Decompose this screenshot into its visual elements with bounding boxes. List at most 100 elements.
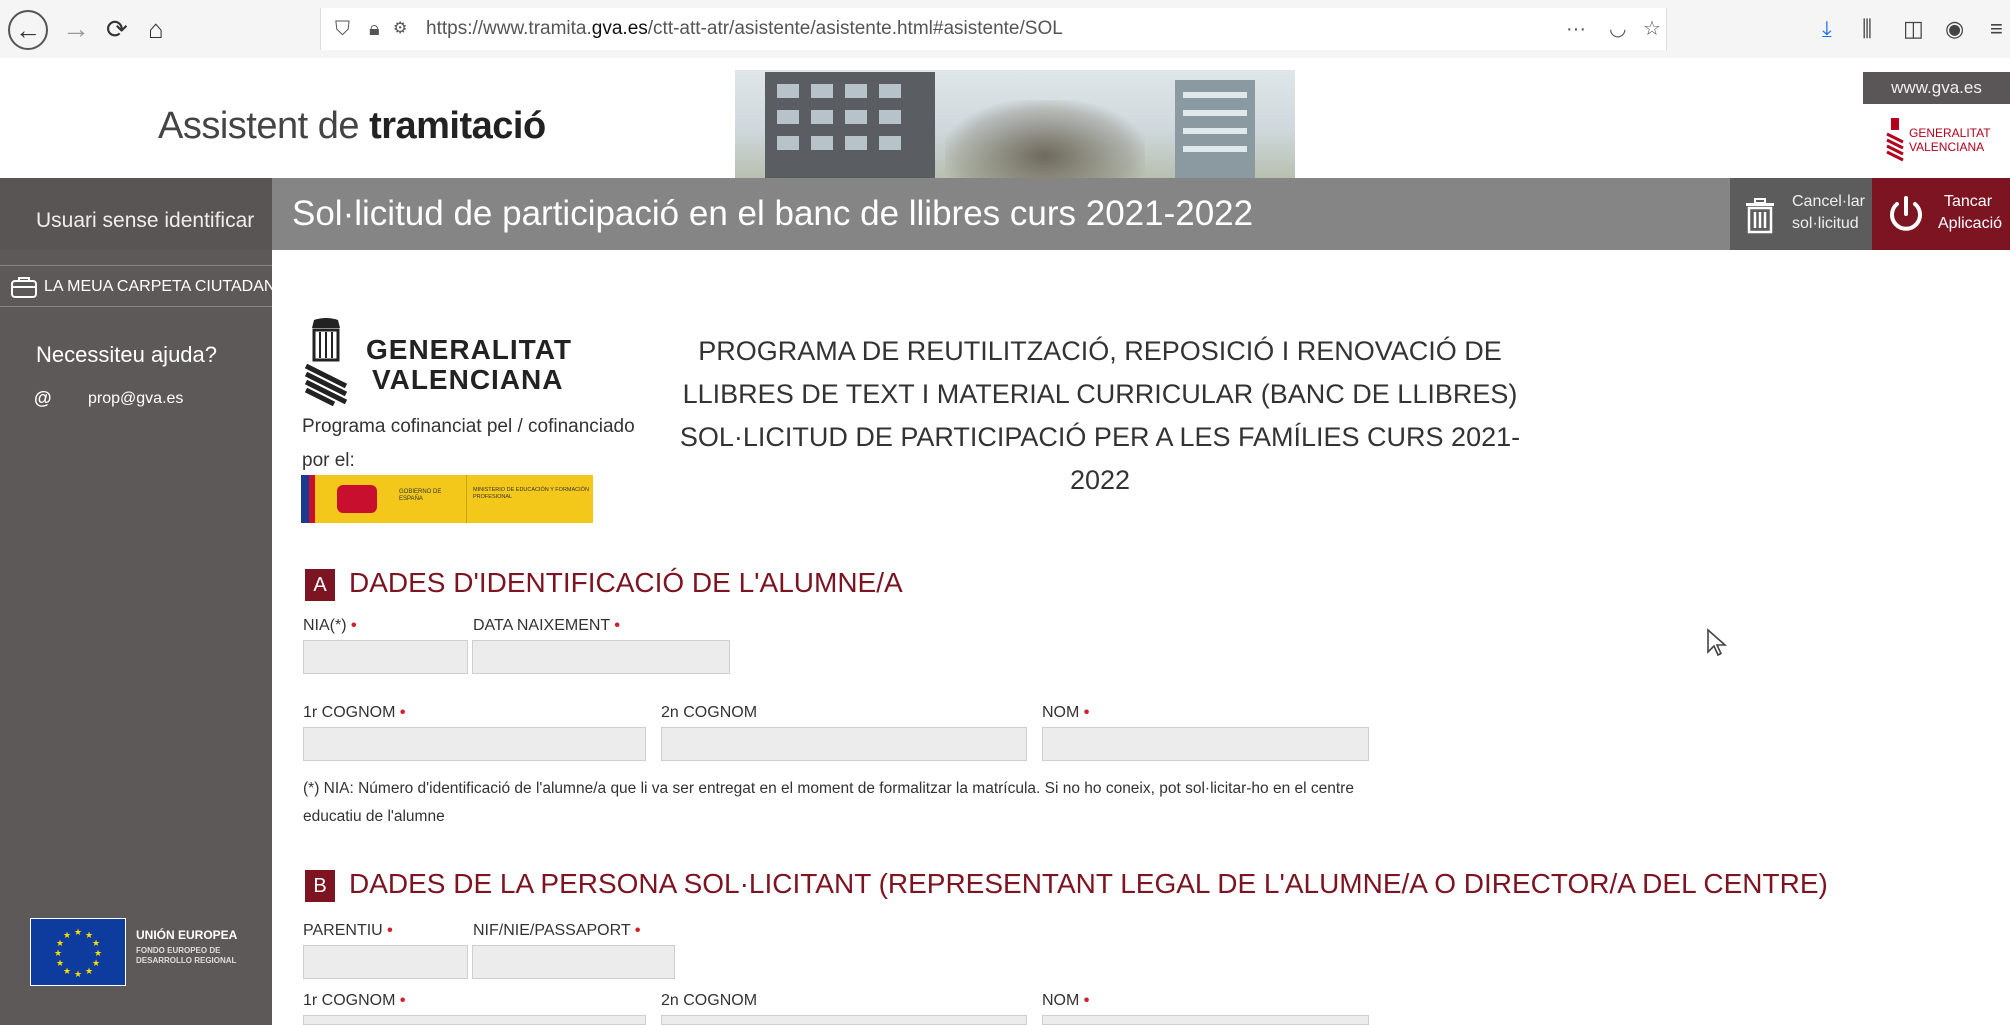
account-icon[interactable]: ◉ (1945, 0, 1964, 58)
student-surname1-input[interactable] (303, 727, 646, 761)
section-a-title: DADES D'IDENTIFICACIÓ DE L'ALUMNE/A (349, 567, 903, 598)
forward-arrow-icon[interactable]: → (62, 0, 90, 58)
section-b-letter: B (305, 869, 335, 902)
required-marker: • (399, 704, 406, 721)
reload-icon[interactable]: ⟳ (106, 0, 128, 58)
required-marker: • (614, 617, 620, 634)
student-surname2-label: 2n COGNOM (661, 704, 758, 721)
library-icon[interactable]: ⫼ (1862, 0, 1872, 58)
required-marker: • (634, 922, 641, 939)
student-surname2-input[interactable] (661, 727, 1027, 761)
mouse-pointer-icon (1707, 628, 1728, 657)
back-arrow-icon[interactable]: ← (8, 10, 48, 50)
cancel-label-line2: sol·licitud (1792, 215, 1859, 232)
menu-icon[interactable]: ≡ (1990, 0, 2003, 58)
generalitat-emblem-icon (1886, 118, 1904, 162)
nia-input[interactable] (303, 640, 468, 674)
cancel-request-button[interactable]: Cancel·lar sol·licitud (1730, 178, 1872, 250)
section-b-heading: B DADES DE LA PERSONA SOL·LICITANT (REPRE… (305, 868, 1828, 902)
generalitat-logo[interactable]: GENERALITAT VALENCIANA (1885, 118, 2005, 162)
birth-date-input[interactable] (472, 640, 730, 674)
coat-of-arms-icon (337, 485, 377, 513)
help-heading: Necessiteu ajuda? (36, 342, 218, 367)
pocket-icon[interactable]: ◡ (1609, 8, 1626, 50)
svg-text:★: ★ (54, 949, 62, 959)
applicant-name-input[interactable] (1042, 1015, 1369, 1025)
student-name-input[interactable] (1042, 727, 1369, 761)
required-marker: • (387, 922, 393, 939)
required-marker: • (1083, 704, 1090, 721)
user-status: Usuari sense identificar (0, 178, 272, 250)
briefcase-icon (11, 277, 37, 298)
svg-text:★: ★ (56, 959, 64, 969)
nia-label: NIA(*) • (303, 617, 357, 634)
site-title[interactable]: Assistent de tramitació (158, 105, 546, 148)
svg-text:★: ★ (92, 959, 100, 969)
gva-link[interactable]: www.gva.es (1863, 72, 2010, 104)
sidebar-toggle-icon[interactable]: ◫ (1903, 0, 1924, 58)
nia-footnote: (*) NIA: Número d'identificació de l'alu… (303, 780, 1354, 825)
eu-title: UNIÓN EUROPEA (136, 928, 238, 942)
wordmark-line2: VALENCIANA (372, 364, 564, 395)
generalitat-wordmark: GENERALITAT VALENCIANA (366, 335, 572, 395)
svg-text:★: ★ (63, 967, 71, 977)
at-icon: @ (34, 388, 52, 408)
address-bar[interactable]: ⛉ 🔒︎ ⚙ https://www.tramita.gva.es/ctt-at… (320, 8, 1667, 50)
svg-text:★: ★ (74, 928, 82, 938)
download-icon[interactable]: ⤓ (1822, 0, 1832, 58)
section-a-heading: A DADES D'IDENTIFICACIÓ DE L'ALUMNE/A (305, 567, 903, 601)
svg-text:★: ★ (85, 967, 93, 977)
birth-date-label: DATA NAIXEMENT • (473, 617, 620, 634)
power-icon (1890, 196, 1922, 231)
student-name-label: NOM • (1042, 704, 1090, 721)
ministry-right-text: MINISTERIO DE EDUCACIÓN Y FORMACIÓN PROF… (473, 487, 589, 500)
required-marker: • (351, 617, 357, 634)
svg-text:★: ★ (63, 931, 71, 941)
student-surname1-label: 1r COGNOM • (303, 704, 406, 721)
ministry-education-logo: GOBIERNO DE ESPAÑA MINISTERIO DE EDUCACI… (301, 475, 593, 523)
eu-subtitle: FONDO EUROPEO DE DESARROLLO REGIONAL (136, 946, 237, 965)
applicant-surname2-input[interactable] (661, 1015, 1027, 1025)
required-marker: • (1083, 992, 1090, 1009)
id-document-input[interactable] (472, 945, 675, 979)
home-icon[interactable]: ⌂ (148, 0, 164, 58)
generalitat-logo-line2: VALENCIANA (1909, 140, 1985, 154)
applicant-surname2-label: 2n COGNOM (661, 992, 758, 1009)
bookmark-star-icon[interactable]: ☆ (1643, 8, 1661, 50)
kinship-select[interactable] (303, 945, 468, 979)
svg-text:★: ★ (74, 970, 82, 980)
url-text[interactable]: https://www.tramita.gva.es/ctt-att-atr/a… (426, 8, 1063, 50)
cofinanced-text: Programa cofinanciat pel / cofinanciado … (302, 416, 635, 471)
wordmark-line1: GENERALITAT (366, 334, 572, 365)
help-email-link[interactable]: prop@gva.es (88, 390, 183, 408)
header-banner-photo (735, 70, 1295, 178)
svg-text:★: ★ (92, 939, 100, 949)
trash-icon (1746, 198, 1774, 234)
applicant-surname1-label: 1r COGNOM • (303, 992, 406, 1009)
ministry-left-text: GOBIERNO DE ESPAÑA (399, 489, 442, 502)
id-document-label: NIF/NIE/PASSAPORT • (473, 922, 641, 939)
my-citizen-folder-link[interactable]: LA MEUA CARPETA CIUTADANA (0, 265, 286, 307)
program-title: PROGRAMA DE REUTILITZACIÓ, REPOSICIÓ I R… (679, 336, 1521, 495)
section-b-title: DADES DE LA PERSONA SOL·LICITANT (REPRES… (349, 868, 1828, 899)
lock-icon[interactable]: 🔒︎ (369, 8, 380, 50)
close-label-line2: Aplicació (1938, 215, 2003, 232)
applicant-name-label: NOM • (1042, 992, 1090, 1009)
section-a-letter: A (305, 568, 335, 601)
close-application-button[interactable]: Tancar Aplicació (1872, 178, 2010, 250)
svg-text:★: ★ (94, 949, 102, 959)
page-title: Sol·licitud de participació en el banc d… (292, 194, 1254, 233)
shield-icon[interactable]: ⛉ (335, 8, 350, 50)
generalitat-logo-line1: GENERALITAT (1909, 126, 1991, 140)
kinship-label: PARENTIU • (303, 922, 393, 939)
eu-flag-icon: ★ ★ ★ ★ ★ ★ ★ ★ ★ ★ ★ ★ (30, 918, 126, 986)
close-label-line1: Tancar (1944, 193, 1993, 210)
eu-funding-logo: ★ ★ ★ ★ ★ ★ ★ ★ ★ ★ ★ ★ UNIÓN EUROPEA FONDO EURO… (30, 918, 258, 986)
required-marker: • (399, 992, 406, 1009)
folder-link-label: LA MEUA CARPETA CIUTADANA (44, 278, 287, 295)
generalitat-emblem-icon (304, 318, 348, 406)
page-actions-icon[interactable]: ··· (1566, 8, 1586, 50)
cancel-label-line1: Cancel·lar (1792, 193, 1865, 210)
applicant-surname1-input[interactable] (303, 1015, 646, 1025)
permissions-icon[interactable]: ⚙ (393, 8, 407, 50)
